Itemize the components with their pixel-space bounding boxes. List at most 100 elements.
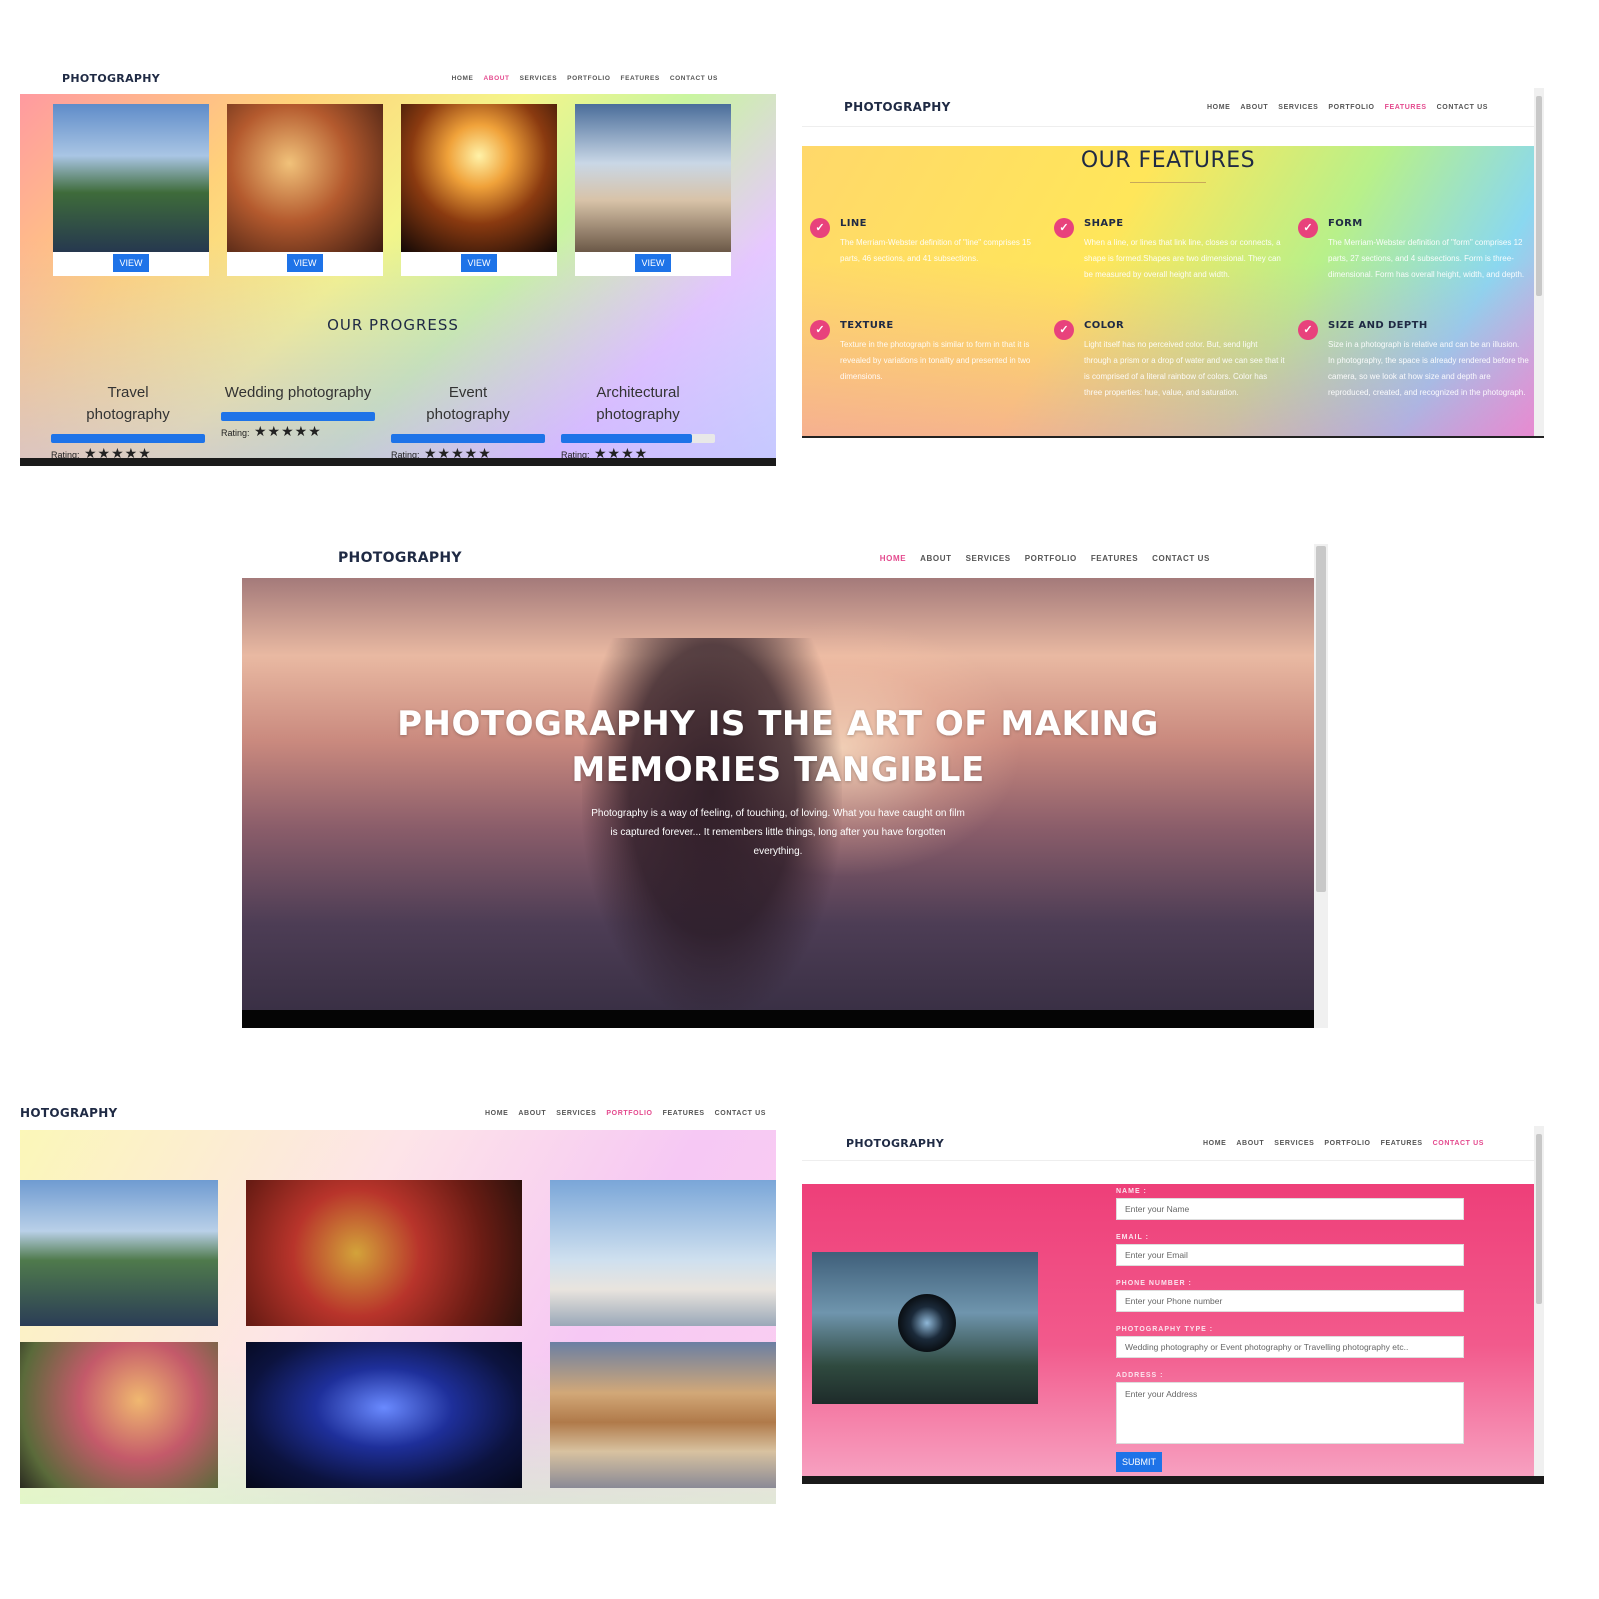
nav-about[interactable]: ABOUT [920, 554, 951, 563]
portfolio-travel-photo[interactable] [20, 1180, 218, 1326]
email-label: EMAIL : [1116, 1234, 1149, 1241]
navbar: HOTOGRAPHY HOME ABOUT SERVICES PORTFOLIO… [20, 1096, 776, 1130]
progress-fill [391, 434, 545, 443]
scrollbar-thumb[interactable] [1316, 546, 1326, 892]
nav-menu: HOME ABOUT SERVICES PORTFOLIO FEATURES C… [1203, 1140, 1484, 1147]
scrollbar[interactable] [1534, 1126, 1544, 1476]
nav-home[interactable]: HOME [1203, 1140, 1226, 1147]
contact-section: NAME : Enter your Name EMAIL : Enter you… [802, 1184, 1534, 1476]
scrollbar-thumb[interactable] [1536, 96, 1542, 296]
progress-architecture: Architectural photography Rating: ★★★★ [561, 382, 715, 463]
nav-features[interactable]: FEATURES [1381, 1140, 1423, 1147]
address-textarea[interactable]: Enter your Address [1116, 1382, 1464, 1444]
wedding-photo [227, 104, 383, 252]
nav-contact[interactable]: CONTACT US [715, 1110, 766, 1117]
navbar: PHOTOGRAPHY HOME ABOUT SERVICES PORTFOLI… [802, 88, 1544, 127]
nav-contact[interactable]: CONTACT US [1433, 1140, 1484, 1147]
portfolio-section [20, 1130, 776, 1504]
nav-features[interactable]: FEATURES [1091, 554, 1138, 563]
progress-label: Architectural [596, 384, 680, 401]
nav-about[interactable]: ABOUT [518, 1110, 546, 1117]
progress-wedding: Wedding photography Rating: ★★★★★ [221, 382, 375, 441]
nav-home[interactable]: HOME [880, 554, 906, 563]
nav-features[interactable]: FEATURES [1385, 104, 1427, 111]
nav-contact[interactable]: CONTACT US [670, 75, 718, 82]
nav-contact[interactable]: CONTACT US [1437, 104, 1488, 111]
features-panel: PHOTOGRAPHY HOME ABOUT SERVICES PORTFOLI… [802, 88, 1544, 440]
portfolio-wedding-hands-photo[interactable] [246, 1180, 522, 1326]
feature-text: In photography, the space is already ren… [1328, 356, 1529, 397]
portfolio-landscape-photo[interactable] [550, 1342, 776, 1488]
nav-portfolio[interactable]: PORTFOLIO [1324, 1140, 1370, 1147]
phone-input[interactable]: Enter your Phone number [1116, 1290, 1464, 1312]
brand-logo[interactable]: PHOTOGRAPHY [846, 1137, 944, 1150]
feature-text: When a line, or lines that link line, cl… [1084, 238, 1281, 279]
scrollbar[interactable] [1534, 88, 1544, 436]
hero-headline-1: PHOTOGRAPHY IS THE ART OF MAKING [397, 704, 1159, 744]
scrollbar[interactable] [1314, 544, 1328, 1028]
portfolio-couple-photo[interactable] [20, 1342, 218, 1488]
nav-home[interactable]: HOME [452, 75, 474, 82]
view-button[interactable]: VIEW [287, 254, 323, 272]
view-button[interactable]: VIEW [461, 254, 497, 272]
feature-text: Texture in the photograph is similar to … [840, 340, 1031, 381]
nav-menu: HOME ABOUT SERVICES PORTFOLIO FEATURES C… [1207, 104, 1488, 111]
feature-title: COLOR [1084, 320, 1125, 331]
nav-features[interactable]: FEATURES [663, 1110, 705, 1117]
nav-services[interactable]: SERVICES [556, 1110, 596, 1117]
hero-silhouette [582, 638, 842, 1010]
name-input[interactable]: Enter your Name [1116, 1198, 1464, 1220]
progress-bar [221, 412, 375, 421]
view-button[interactable]: VIEW [113, 254, 149, 272]
progress-fill [221, 412, 375, 421]
nav-services[interactable]: SERVICES [1278, 104, 1318, 111]
nav-home[interactable]: HOME [485, 1110, 508, 1117]
features-section: OUR FEATURES ✓ LINE The Merriam-Webster … [802, 146, 1534, 436]
scrollbar-thumb[interactable] [1536, 1134, 1542, 1304]
rating-label: Rating: [221, 428, 250, 438]
check-icon: ✓ [1054, 320, 1074, 340]
nav-about[interactable]: ABOUT [484, 75, 510, 82]
section-bottom-border [802, 436, 1544, 438]
nav-services[interactable]: SERVICES [966, 554, 1011, 563]
hero-headline-2: MEMORIES TANGIBLE [571, 750, 985, 790]
nav-about[interactable]: ABOUT [1236, 1140, 1264, 1147]
feature-title: FORM [1328, 218, 1363, 229]
portfolio-architecture-photo[interactable] [550, 1180, 776, 1326]
hero-section: PHOTOGRAPHY IS THE ART OF MAKING MEMORIE… [242, 578, 1314, 1010]
nav-portfolio[interactable]: PORTFOLIO [1025, 554, 1077, 563]
gallery-card-travel: VIEW [53, 104, 209, 276]
hero-subtext-3: everything. [753, 846, 803, 857]
feature-text: The Merriam-Webster definition of "line"… [840, 238, 1031, 263]
name-label: NAME : [1116, 1188, 1147, 1195]
brand-logo[interactable]: PHOTOGRAPHY [62, 72, 160, 85]
view-button[interactable]: VIEW [635, 254, 671, 272]
progress-event: Event photography Rating: ★★★★★ [391, 382, 545, 463]
photography-type-input[interactable]: Wedding photography or Event photography… [1116, 1336, 1464, 1358]
brand-logo[interactable]: HOTOGRAPHY [20, 1106, 118, 1120]
brand-logo[interactable]: PHOTOGRAPHY [844, 100, 951, 114]
nav-services[interactable]: SERVICES [520, 75, 558, 82]
nav-portfolio[interactable]: PORTFOLIO [567, 75, 610, 82]
progress-label: Event [448, 384, 488, 401]
email-input[interactable]: Enter your Email [1116, 1244, 1464, 1266]
nav-services[interactable]: SERVICES [1274, 1140, 1314, 1147]
phone-label: PHONE NUMBER : [1116, 1280, 1192, 1287]
brand-logo[interactable]: PHOTOGRAPHY [338, 550, 462, 566]
feature-form: ✓ FORM The Merriam-Webster definition of… [1298, 218, 1530, 283]
portfolio-panel: HOTOGRAPHY HOME ABOUT SERVICES PORTFOLIO… [20, 1096, 776, 1504]
portfolio-event-hall-photo[interactable] [246, 1342, 522, 1488]
feature-title: LINE [840, 218, 867, 229]
nav-portfolio[interactable]: PORTFOLIO [1328, 104, 1374, 111]
nav-portfolio[interactable]: PORTFOLIO [606, 1110, 652, 1117]
photography-type-label: PHOTOGRAPHY TYPE : [1116, 1326, 1214, 1333]
nav-menu: HOME ABOUT SERVICES PORTFOLIO FEATURES C… [485, 1110, 766, 1117]
submit-button[interactable]: SUBMIT [1116, 1452, 1162, 1472]
nav-features[interactable]: FEATURES [621, 75, 660, 82]
hero-bottom-strip [242, 1010, 1314, 1028]
gallery-card-architecture: VIEW [575, 104, 731, 276]
nav-about[interactable]: ABOUT [1240, 104, 1268, 111]
check-icon: ✓ [810, 320, 830, 340]
nav-contact[interactable]: CONTACT US [1152, 554, 1210, 563]
nav-home[interactable]: HOME [1207, 104, 1230, 111]
